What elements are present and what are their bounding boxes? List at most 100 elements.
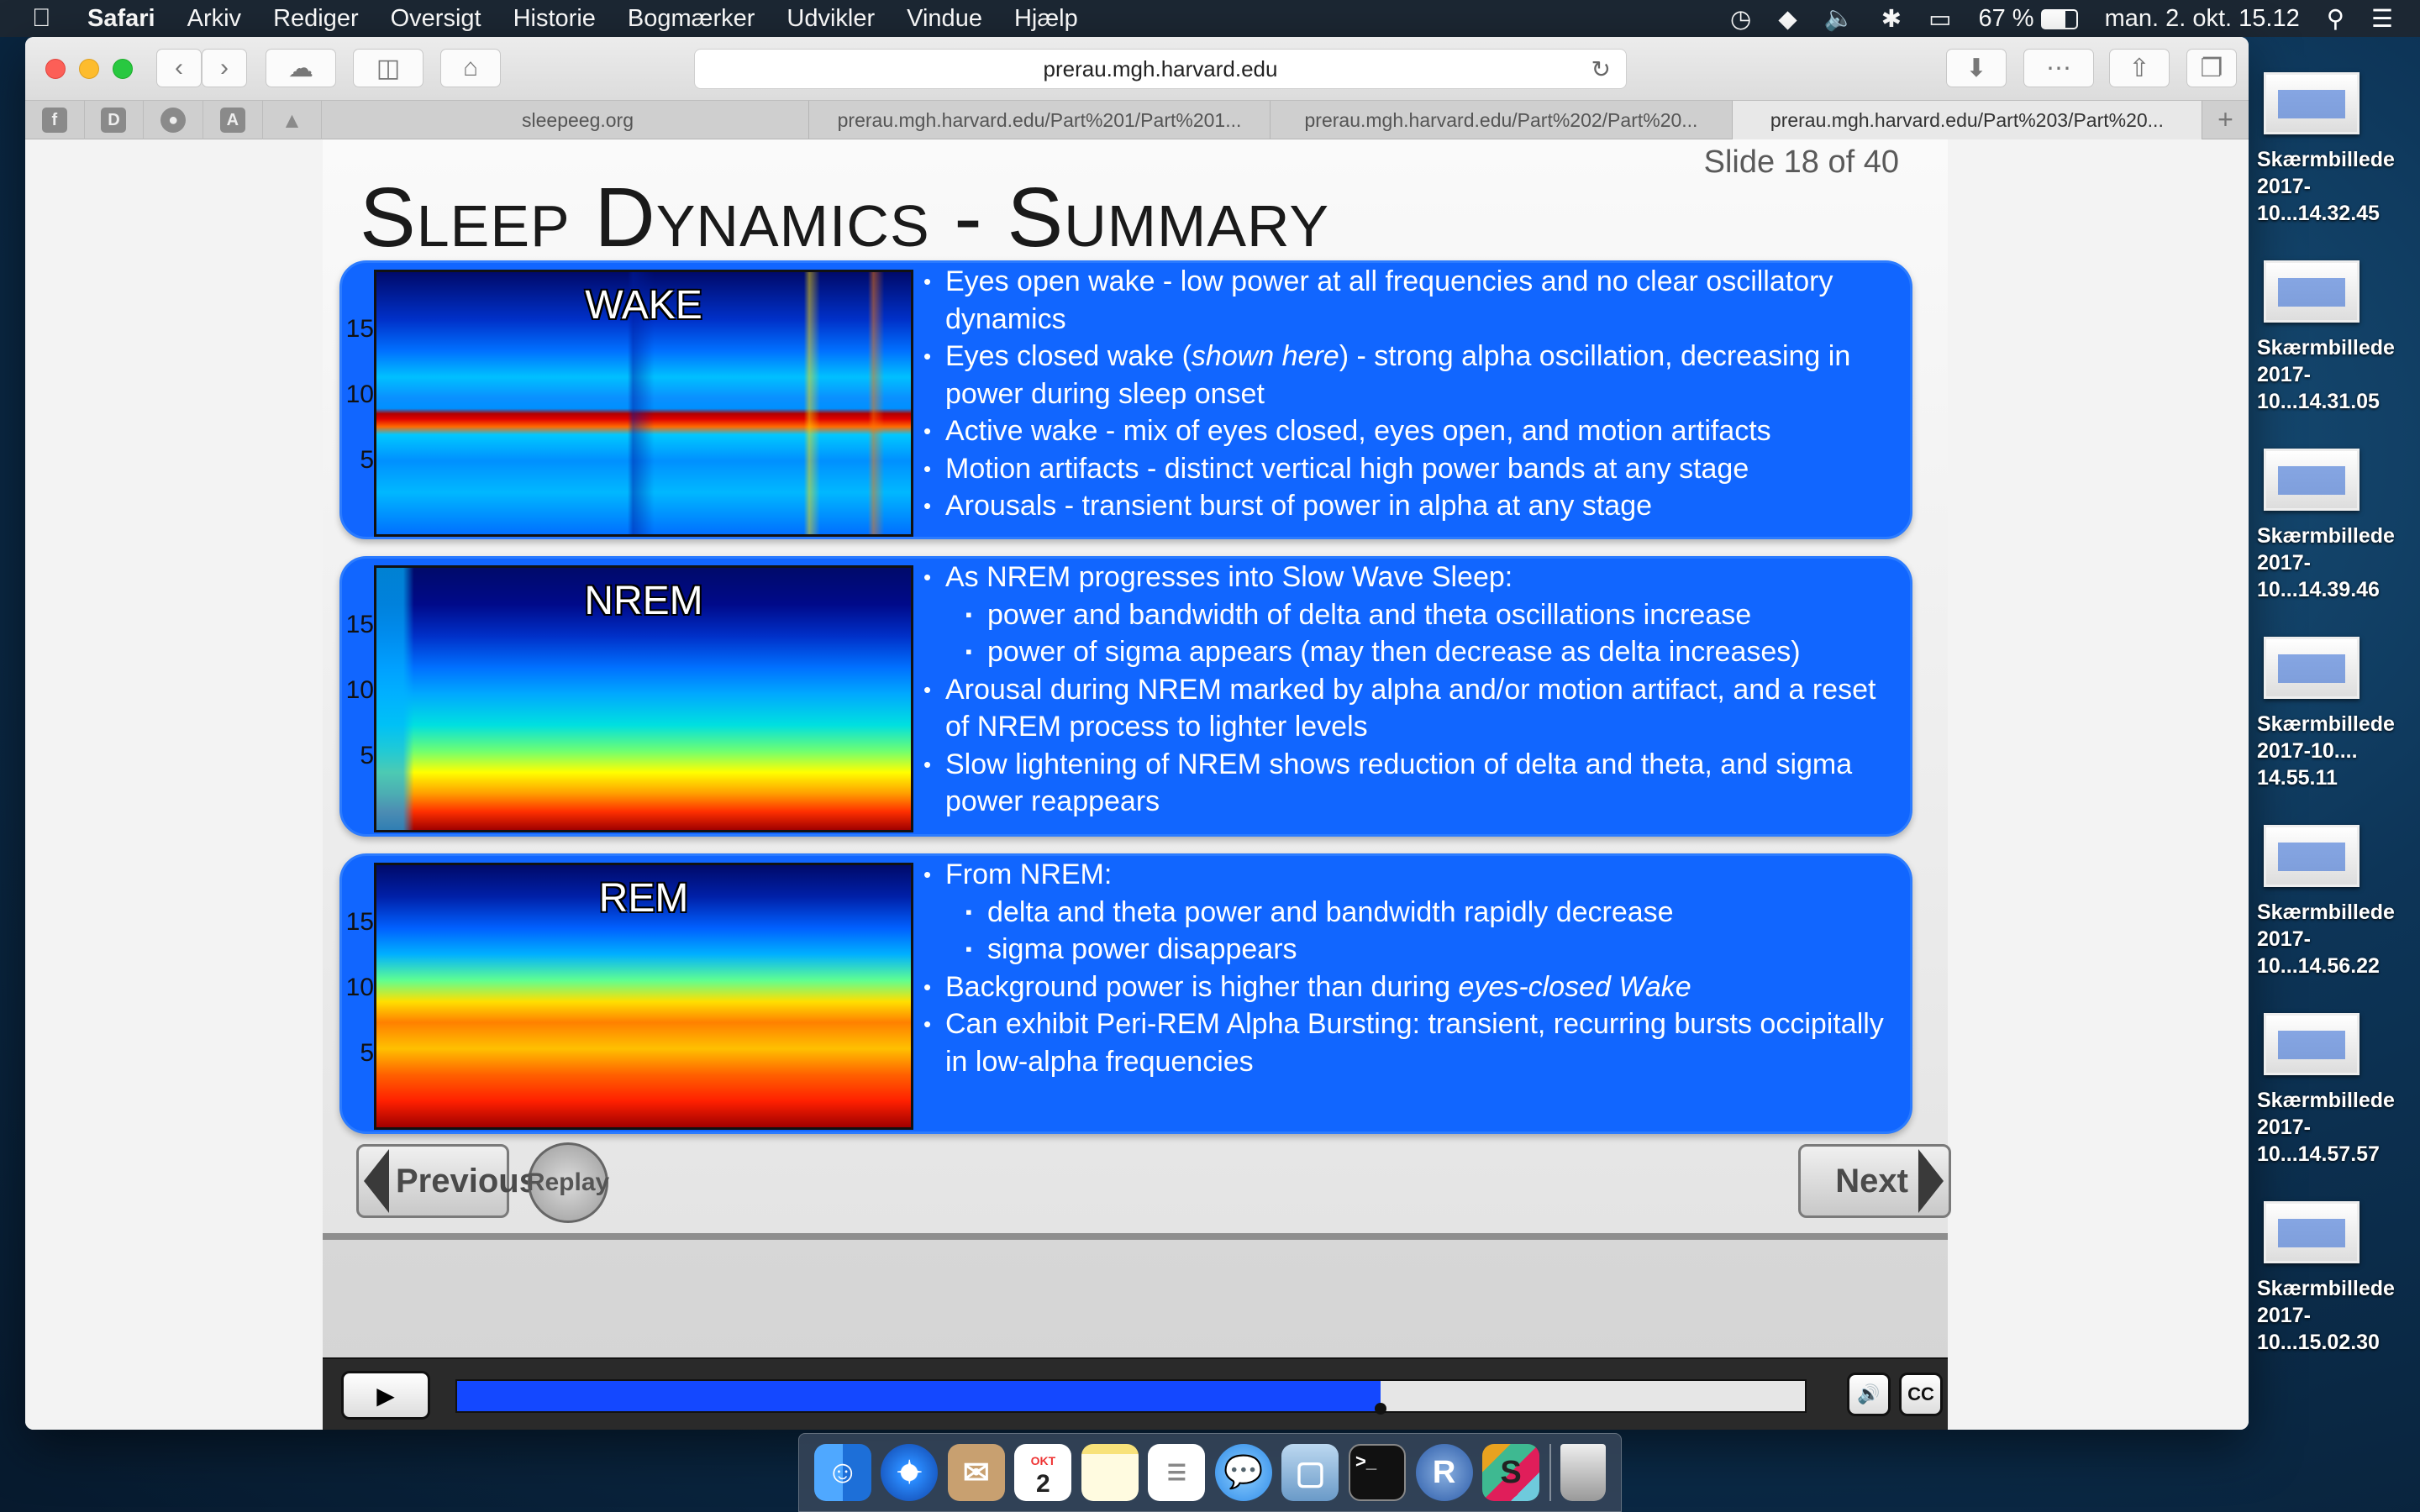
nrem-bullet-3: Slow lightening of NREM shows reduction … (923, 746, 1898, 821)
apple-menu-icon[interactable]:  (32, 4, 66, 33)
wifi-icon[interactable]: ◆ (1778, 4, 1797, 34)
progress-fill (457, 1381, 1381, 1411)
address-bar[interactable]: prerau.mgh.harvard.edu ↻ (694, 49, 1627, 89)
time-machine-icon[interactable]: ◷ (1730, 4, 1751, 34)
dock-preview[interactable]: ▢ (1281, 1444, 1339, 1501)
progress-scrubber[interactable] (1374, 1403, 1386, 1415)
dock-safari[interactable]: ✦ (881, 1444, 939, 1501)
wake-ytick-15: 15 (345, 315, 374, 343)
closed-captions-button[interactable]: CC (1899, 1373, 1943, 1416)
presentation-player: Slide 18 of 40 Sleep Dynamics - Summary … (323, 139, 1951, 1430)
desktop-screenshot-1[interactable]: Skærmbillede 2017-10...14.32.45 (2257, 72, 2420, 227)
nrem-ytick-5: 5 (360, 742, 374, 769)
dock-r[interactable]: R (1415, 1444, 1473, 1501)
icon-label: 2017-10...14.56.22 (2257, 927, 2380, 978)
back-button[interactable]: ‹ (156, 49, 202, 87)
tab-part1[interactable]: prerau.mgh.harvard.edu/Part%201/Part%201… (809, 101, 1271, 139)
new-tab-button[interactable]: + (2202, 101, 2249, 139)
desktop-screenshot-7[interactable]: Skærmbillede 2017-10...15.02.30 (2257, 1201, 2420, 1356)
pinned-tab-drive[interactable]: ▲ (263, 101, 323, 139)
menu-udvikler[interactable]: Udvikler (786, 5, 875, 33)
safari-window: ‹ › ☁ ◫ ⌂ prerau.mgh.harvard.edu ↻ ⬇ ⋯ ⇧… (25, 37, 2249, 1430)
icloud-tabs-button[interactable]: ☁ (266, 49, 336, 87)
top-sites-button[interactable]: ⋯ (2023, 49, 2094, 87)
menu-bogmaerker[interactable]: Bogmærker (628, 5, 755, 33)
sidebar-icon: ◫ (376, 54, 401, 82)
d-site-icon: D (101, 108, 127, 133)
replay-button[interactable]: Replay (527, 1142, 609, 1223)
menu-bar:  Safari Arkiv Rediger Oversigt Historie… (0, 0, 2420, 37)
tab-overview-button[interactable]: ❐ (2186, 49, 2237, 87)
dock-slack[interactable]: S (1482, 1444, 1540, 1501)
menu-arkiv[interactable]: Arkiv (187, 5, 241, 33)
previous-button[interactable]: Previous (356, 1144, 538, 1218)
menu-vindue[interactable]: Vindue (907, 5, 982, 33)
dock-calendar[interactable]: OKT 2 (1014, 1444, 1072, 1501)
pinned-tab-facebook[interactable]: f (25, 101, 85, 139)
volume-button[interactable]: 🔊 (1847, 1373, 1891, 1416)
dock-messages[interactable]: 💬 (1214, 1444, 1272, 1501)
pinned-tab-a[interactable]: A (203, 101, 263, 139)
volume-icon[interactable]: 🔈 (1824, 4, 1854, 33)
forward-button[interactable]: › (202, 49, 247, 87)
reload-icon[interactable]: ↻ (1591, 55, 1611, 83)
wake-bullet-3: Active wake - mix of eyes closed, eyes o… (923, 412, 1898, 450)
notification-center-icon[interactable]: ☰ (2371, 4, 2393, 34)
desktop-screenshot-5[interactable]: Skærmbillede 2017-10...14.56.22 (2257, 825, 2420, 979)
arrow-right-icon (1918, 1149, 1944, 1213)
next-label: Next (1835, 1162, 1908, 1200)
menu-hjaelp[interactable]: Hjælp (1014, 5, 1078, 33)
menu-rediger[interactable]: Rediger (273, 5, 359, 33)
desktop-screenshot-6[interactable]: Skærmbillede 2017-10...14.57.57 (2257, 1013, 2420, 1168)
desktop-screenshot-3[interactable]: Skærmbillede 2017-10...14.39.46 (2257, 449, 2420, 603)
tab-part2[interactable]: prerau.mgh.harvard.edu/Part%202/Part%20.… (1270, 101, 1733, 139)
rem-subbullet-1: delta and theta power and bandwidth rapi… (923, 894, 1898, 932)
wake-ytick-10: 10 (345, 381, 374, 408)
screenshot-thumbnail (2264, 825, 2360, 887)
play-icon: ▶ (376, 1382, 395, 1409)
next-button[interactable]: Next (1798, 1144, 1951, 1218)
dock-mail[interactable]: ✉ (947, 1444, 1005, 1501)
dock-trash[interactable] (1560, 1444, 1607, 1501)
menu-oversigt[interactable]: Oversigt (391, 5, 481, 33)
nrem-panel: 15 10 5 NREM As NREM progresses into Slo… (339, 556, 1912, 837)
downloads-button[interactable]: ⬇ (1946, 49, 2007, 87)
desktop-screenshot-2[interactable]: Skærmbillede 2017-10...14.31.05 (2257, 260, 2420, 415)
icon-label: Skærmbillede (2257, 1277, 2395, 1300)
r-logo: R (1432, 1454, 1456, 1490)
nrem-subbullet-2: power of sigma appears (may then decreas… (923, 633, 1898, 671)
play-button[interactable]: ▶ (341, 1371, 430, 1420)
share-button[interactable]: ⇧ (2109, 49, 2170, 87)
close-window-button[interactable] (45, 59, 66, 79)
battery-icon[interactable] (2040, 5, 2078, 33)
tab-sleepeeg[interactable]: sleepeeg.org (347, 101, 809, 139)
tab-part3-active[interactable]: prerau.mgh.harvard.edu/Part%203/Part%20.… (1732, 101, 2203, 139)
minimize-window-button[interactable] (79, 59, 99, 79)
menu-historie[interactable]: Historie (513, 5, 596, 33)
sidebar-button[interactable]: ◫ (353, 49, 424, 87)
dock-notes[interactable] (1081, 1444, 1139, 1501)
wake-bullet-2: Eyes closed wake (shown here) - strong a… (923, 338, 1898, 412)
airplay-icon[interactable]: ▭ (1928, 4, 1951, 34)
dock-terminal[interactable]: >_ (1349, 1444, 1407, 1501)
menu-clock[interactable]: man. 2. okt. 15.12 (2105, 5, 2300, 33)
pinned-tab-d[interactable]: D (85, 101, 145, 139)
pinned-tab-github[interactable]: ● (144, 101, 203, 139)
spotlight-icon[interactable]: ⚲ (2327, 4, 2344, 34)
home-button[interactable]: ⌂ (440, 49, 501, 87)
icon-label: 2017-10...14.57.57 (2257, 1116, 2380, 1166)
nrem-label: NREM (584, 579, 703, 623)
tab-label: prerau.mgh.harvard.edu/Part%201/Part%201… (837, 108, 1242, 131)
zoom-window-button[interactable] (113, 59, 133, 79)
speech-bubble-icon: 💬 (1223, 1455, 1264, 1490)
rem-bullet-2: Background power is higher than during e… (923, 969, 1898, 1006)
battery-percent[interactable]: 67 % (1978, 5, 2033, 33)
menu-app-name[interactable]: Safari (87, 5, 155, 33)
dock-finder[interactable]: ☺ (813, 1444, 871, 1501)
desktop-screenshot-4[interactable]: Skærmbillede 2017-10.... 14.55.11 (2257, 637, 2420, 791)
progress-bar[interactable] (455, 1379, 1807, 1415)
icon-label: 2017-10.... 14.55.11 (2257, 739, 2358, 790)
bluetooth-icon[interactable]: ✱ (1881, 4, 1902, 34)
rem-label: REM (598, 876, 689, 921)
dock-reminders[interactable]: ☰ (1148, 1444, 1206, 1501)
